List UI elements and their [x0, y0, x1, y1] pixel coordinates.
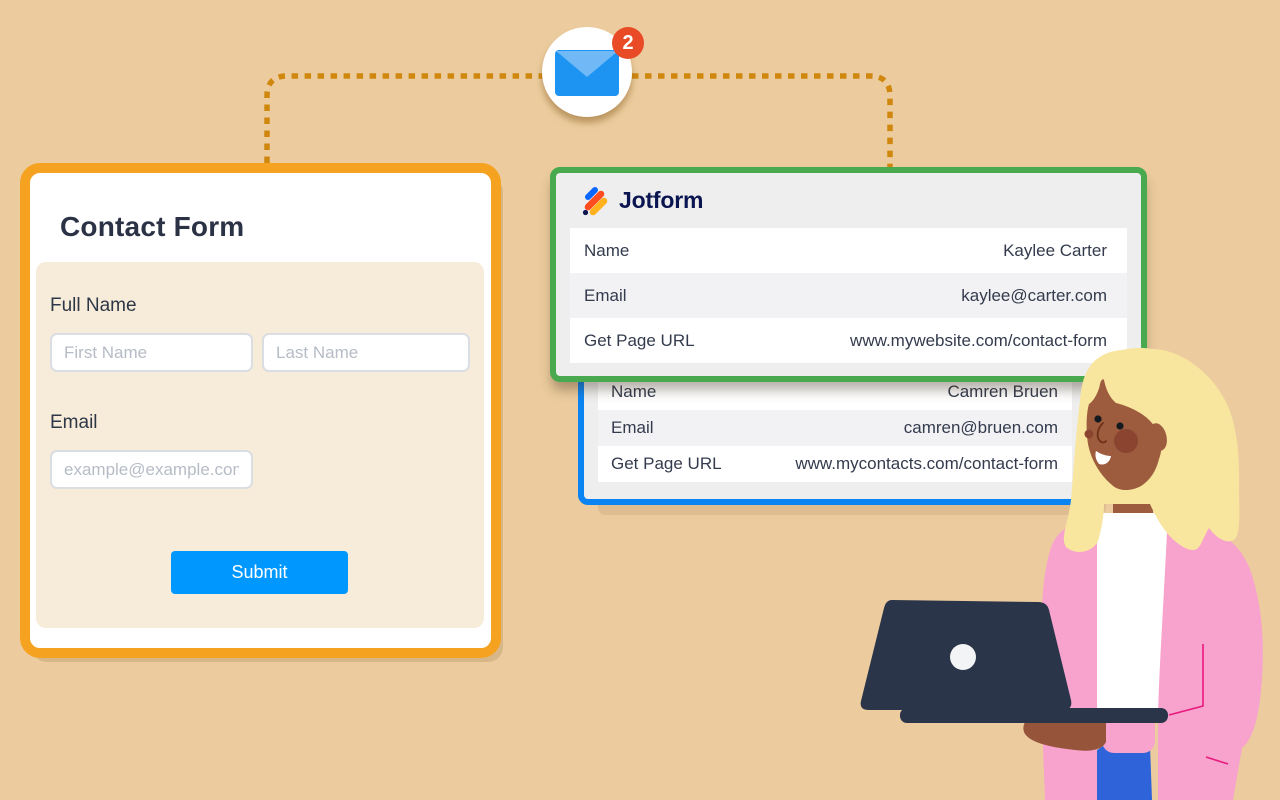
- email-input[interactable]: [50, 450, 253, 489]
- pants: [1097, 745, 1152, 800]
- jotform-logo-icon: [580, 186, 610, 216]
- row-label: Get Page URL: [584, 331, 695, 351]
- blush-right: [1114, 429, 1138, 453]
- row-label: Email: [584, 286, 627, 306]
- unread-count-badge: 2: [612, 27, 644, 59]
- submit-button[interactable]: Submit: [171, 551, 348, 594]
- row-label: Name: [611, 382, 656, 402]
- first-name-input[interactable]: [50, 333, 253, 372]
- row-label: Get Page URL: [611, 454, 722, 474]
- laptop-base: [900, 708, 1168, 723]
- woman-with-laptop-illustration: [850, 330, 1280, 800]
- eye-left: [1094, 415, 1101, 422]
- brand-name: Jotform: [619, 187, 703, 214]
- form-panel: Full Name Email Submit: [36, 262, 484, 628]
- mail-notification: 2: [542, 27, 632, 117]
- mail-icon: [555, 50, 619, 96]
- form-title: Contact Form: [60, 211, 244, 243]
- blush-left: [1085, 430, 1094, 439]
- last-name-input[interactable]: [262, 333, 470, 372]
- jacket-right-arm: [1158, 513, 1263, 800]
- laptop-logo-dot: [950, 644, 976, 670]
- full-name-label: Full Name: [50, 295, 137, 317]
- email-label: Email: [50, 412, 98, 434]
- contact-form-card: Contact Form Full Name Email Submit: [20, 163, 501, 658]
- row-label: Name: [584, 241, 629, 261]
- card-header: Jotform: [556, 173, 1141, 228]
- promo-scene: 2 Contact Form Full Name Email Submit Na…: [0, 0, 1280, 800]
- shirt: [1097, 513, 1168, 716]
- row-value: Kaylee Carter: [1003, 241, 1107, 261]
- eye-right: [1116, 422, 1123, 429]
- jotform-brand: Jotform: [580, 186, 703, 216]
- table-row: Name Kaylee Carter: [570, 228, 1127, 273]
- table-row: Email kaylee@carter.com: [570, 273, 1127, 318]
- row-value: kaylee@carter.com: [961, 286, 1107, 306]
- row-label: Email: [611, 418, 654, 438]
